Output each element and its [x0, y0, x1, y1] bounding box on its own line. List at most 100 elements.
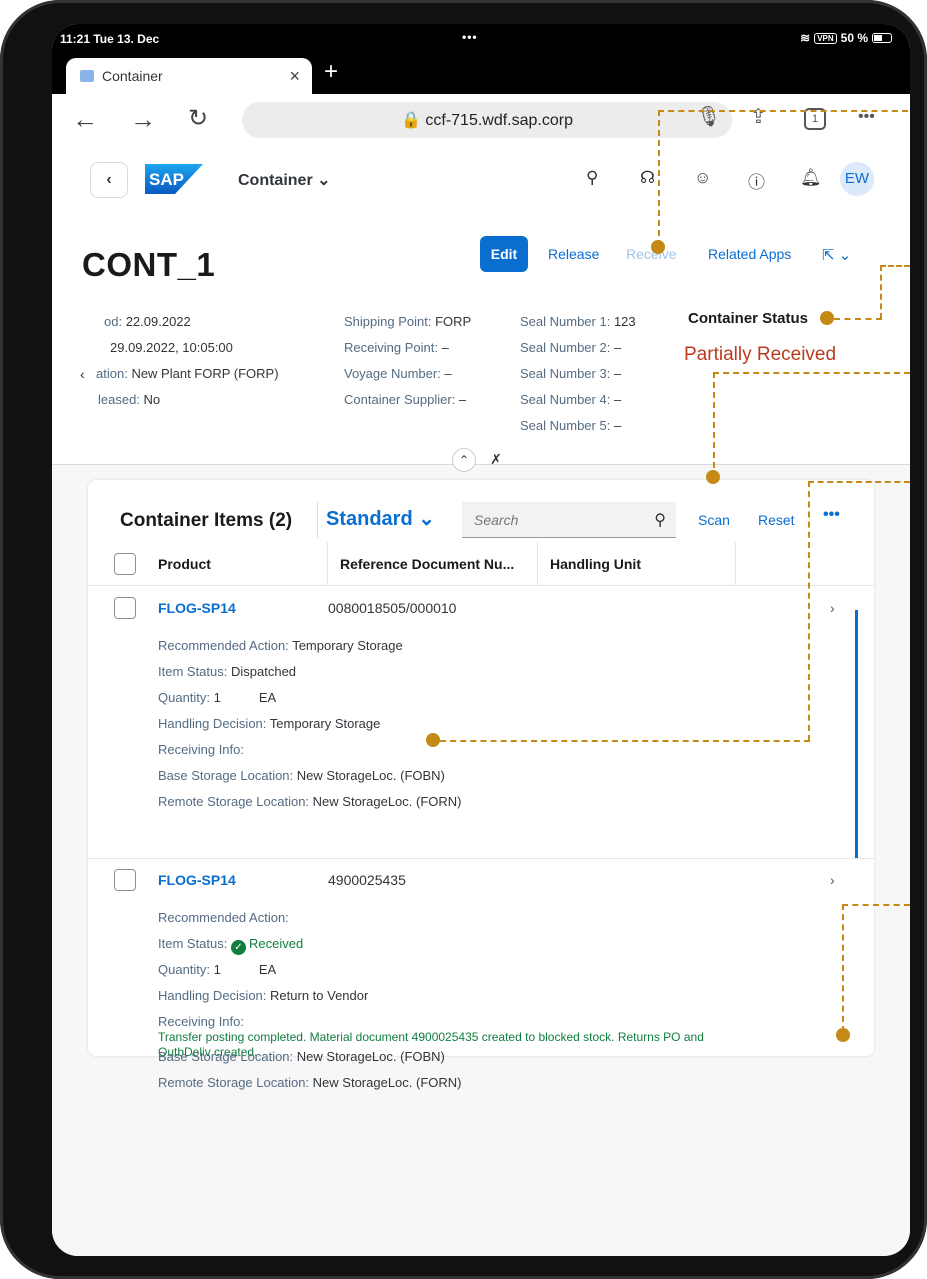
- search-placeholder: Search: [474, 512, 519, 528]
- chevron-right-icon[interactable]: ›: [830, 600, 835, 616]
- attr-seal-1: Seal Number 1: 123: [520, 314, 636, 329]
- annotation-line: [834, 318, 882, 320]
- vpn-badge: VPN: [814, 32, 837, 44]
- headset-icon[interactable]: ☊: [640, 168, 655, 188]
- feedback-icon[interactable]: ☺: [694, 168, 711, 188]
- share-icon[interactable]: ⇪: [750, 104, 767, 129]
- related-apps-button[interactable]: Related Apps: [708, 246, 791, 262]
- receiving-info: Receiving Info:: [158, 1014, 244, 1029]
- browser-tab[interactable]: Container ×: [66, 58, 312, 94]
- chevron-right-icon[interactable]: ›: [830, 872, 835, 888]
- annotation-line: [658, 110, 908, 112]
- attr-date-2: 29.09.2022, 10:05:00: [110, 340, 233, 355]
- browser-toolbar: ← → ↻ 🔒 ccf-715.wdf.sap.corp 🎙 ⇪ 1 •••: [52, 94, 910, 146]
- more-options-icon[interactable]: •••: [823, 506, 840, 524]
- sap-logo-text: SAP: [149, 170, 184, 189]
- microphone-icon[interactable]: 🎙: [696, 104, 721, 129]
- device-frame: 11:21 Tue 13. Dec ••• ≋ VPN 50 % Contain…: [0, 0, 927, 1279]
- annotation-line: [880, 265, 882, 319]
- annotation-dot: [836, 1028, 850, 1042]
- table-title: Container Items (2): [120, 510, 293, 531]
- attr-seal-5: Seal Number 5: –: [520, 418, 622, 433]
- item-status: Item Status: Dispatched: [158, 664, 297, 679]
- attr-seal-3: Seal Number 3: –: [520, 366, 622, 381]
- base-storage-location: Base Storage Location: New StorageLoc. (…: [158, 768, 445, 783]
- attr-receiving-point: Receiving Point: –: [344, 340, 449, 355]
- recommended-action: Recommended Action: Temporary Storage: [158, 638, 403, 653]
- annotation-line: [842, 904, 844, 1032]
- table-row[interactable]: FLOG-SP14 4900025435 › Recommended Actio…: [88, 858, 874, 1059]
- attr-voyage-number: Voyage Number: –: [344, 366, 452, 381]
- column-product[interactable]: Product: [146, 542, 328, 586]
- battery-label: 50 %: [840, 31, 868, 45]
- item-status: Item Status: ✓ Received: [158, 936, 304, 955]
- search-field[interactable]: Search ⚲: [462, 502, 676, 538]
- app-title-menu[interactable]: Container ⌄: [238, 170, 331, 190]
- attr-shipping-point: Shipping Point: FORP: [344, 314, 472, 329]
- column-handling-unit[interactable]: Handling Unit: [538, 542, 736, 586]
- column-reference-document[interactable]: Reference Document Nu...: [328, 542, 538, 586]
- help-icon[interactable]: ⓘ: [748, 168, 765, 193]
- variant-select[interactable]: Standard ⌄: [326, 506, 435, 531]
- container-status-label: Container Status: [688, 310, 809, 327]
- battery-icon: [872, 33, 892, 43]
- reference-document: 0080018505/000010: [328, 600, 457, 616]
- forward-arrow-icon[interactable]: →: [130, 104, 156, 135]
- pin-header-icon[interactable]: ✗: [484, 448, 508, 472]
- attr-container-supplier: Container Supplier: –: [344, 392, 467, 407]
- container-items-table: Container Items (2) Standard ⌄ Search ⚲ …: [88, 480, 874, 1059]
- product-link[interactable]: FLOG-SP14: [158, 872, 236, 888]
- collapse-header-button[interactable]: ⌃: [452, 448, 476, 472]
- header-scroll-left-icon[interactable]: ‹: [80, 366, 85, 382]
- container-status-value: Partially Received: [684, 344, 837, 365]
- row-selection-indicator: [855, 610, 858, 858]
- attr-released: leased: No: [98, 392, 161, 407]
- tab-title: Container: [102, 68, 163, 84]
- page-title: CONT_1: [82, 246, 216, 283]
- favicon-icon: [80, 70, 94, 82]
- notification-bell-icon[interactable]: 🔔︎: [800, 168, 822, 188]
- attr-seal-4: Seal Number 4: –: [520, 392, 622, 407]
- handling-decision: Handling Decision: Temporary Storage: [158, 716, 381, 731]
- recommended-action: Recommended Action:: [158, 910, 289, 925]
- receiving-info-line-1: Transfer posting completed. Material doc…: [158, 1030, 704, 1044]
- annotation-dot: [426, 733, 440, 747]
- base-storage-location: Base Storage Location: New StorageLoc. (…: [158, 1049, 445, 1064]
- attr-date-1: od: 22.09.2022: [104, 314, 191, 329]
- annotation-line: [713, 372, 715, 478]
- row-checkbox[interactable]: [114, 869, 136, 891]
- status-dots: •••: [462, 30, 478, 44]
- reload-icon[interactable]: ↻: [188, 104, 208, 133]
- table-row[interactable]: FLOG-SP14 0080018505/000010 › Recommende…: [88, 586, 874, 858]
- annotation-dot: [651, 240, 665, 254]
- status-bar: 11:21 Tue 13. Dec ••• ≋ VPN 50 %: [52, 24, 910, 52]
- shell-bar: ‹ SAP Container ⌄ ⚲ ☊ ☺ ⓘ 🔔︎ EW: [52, 146, 910, 210]
- search-icon[interactable]: ⚲: [586, 168, 598, 188]
- shell-back-button[interactable]: ‹: [90, 162, 128, 198]
- product-link[interactable]: FLOG-SP14: [158, 600, 236, 616]
- close-tab-icon[interactable]: ×: [289, 66, 300, 87]
- annotation-dot: [706, 470, 720, 484]
- share-menu-icon[interactable]: ⇱ ⌄: [822, 246, 851, 264]
- annotation-line: [808, 481, 910, 483]
- release-button[interactable]: Release: [548, 246, 599, 262]
- search-icon[interactable]: ⚲: [654, 510, 666, 530]
- back-arrow-icon[interactable]: ←: [72, 104, 98, 135]
- edit-button[interactable]: Edit: [480, 236, 528, 272]
- status-time: 11:21 Tue 13. Dec: [60, 32, 160, 46]
- annotation-line: [842, 904, 910, 906]
- select-all-checkbox[interactable]: [114, 553, 136, 575]
- row-checkbox[interactable]: [114, 597, 136, 619]
- reset-button[interactable]: Reset: [758, 512, 795, 528]
- quantity: Quantity: 1 EA: [158, 962, 277, 977]
- status-right: ≋ VPN 50 %: [800, 31, 892, 45]
- annotation-line: [440, 740, 810, 742]
- remote-storage-location: Remote Storage Location: New StorageLoc.…: [158, 794, 462, 809]
- new-tab-button[interactable]: +: [324, 58, 338, 86]
- annotation-dot: [820, 311, 834, 325]
- table-header: Product Reference Document Nu... Handlin…: [88, 542, 874, 586]
- scan-button[interactable]: Scan: [698, 512, 730, 528]
- wifi-icon: ≋: [800, 31, 811, 45]
- quantity: Quantity: 1 EA: [158, 690, 277, 705]
- avatar[interactable]: EW: [840, 162, 874, 196]
